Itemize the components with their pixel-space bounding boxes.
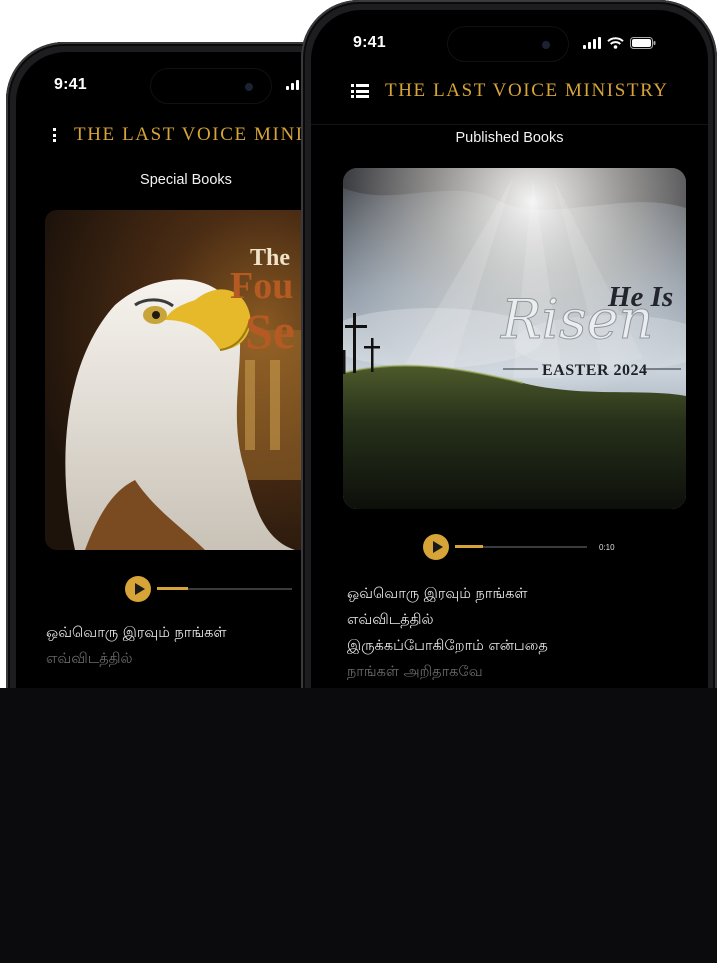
app-header: THE LAST VOICE MINISTRY <box>311 76 708 106</box>
play-icon[interactable] <box>125 576 151 602</box>
cover-line-3: EASTER 2024 <box>542 362 648 379</box>
lyrics-text: ஒவ்வொரு இரவும் நாங்கள் எவ்விடத்தில் <box>46 620 227 672</box>
status-time: 9:41 <box>353 34 386 51</box>
phone-right: 9:41 THE LAST VOICE MINISTRY Published B… <box>301 0 717 770</box>
progress-track[interactable] <box>157 587 292 590</box>
lyrics-text: ஒவ்வொரு இரவும் நாங்கள் எவ்விடத்தில் இருக… <box>347 581 548 685</box>
lyrics-line: எவ்விடத்தில் <box>347 612 434 628</box>
bottom-backdrop <box>0 688 717 963</box>
progress-fill <box>157 587 189 590</box>
progress-fill <box>455 545 483 548</box>
book-cover[interactable]: The Fou Se <box>45 210 335 550</box>
player-time: 0:10 <box>599 542 615 552</box>
eagle-cover-art: The Fou Se <box>45 210 335 550</box>
phone-right-screen: 9:41 THE LAST VOICE MINISTRY Published B… <box>311 10 708 760</box>
audio-player: 0:10 <box>423 534 615 560</box>
status-icons <box>583 37 656 49</box>
brand-title: THE LAST VOICE MINISTRY <box>385 80 669 101</box>
wifi-icon <box>607 37 624 49</box>
dynamic-island <box>447 26 569 62</box>
status-bar: 9:41 <box>311 10 708 62</box>
dynamic-island <box>150 68 272 104</box>
status-time: 9:41 <box>54 76 87 93</box>
menu-icon[interactable] <box>53 128 58 142</box>
battery-icon <box>630 37 656 49</box>
audio-player <box>125 576 292 602</box>
progress-track[interactable] <box>455 545 587 548</box>
play-icon[interactable] <box>423 534 449 560</box>
lyrics-line: ஒவ்வொரு இரவும் நாங்கள் <box>347 586 528 602</box>
lyrics-line: ஒவ்வொரு இரவும் நாங்கள் <box>46 625 227 641</box>
cover-title-line-2: Fou <box>230 265 293 307</box>
lyrics-line: நாங்கள் அறிதாகவே <box>347 664 483 680</box>
book-cover[interactable]: He Is Risen EASTER 2024 <box>343 168 686 509</box>
cover-line-2: Risen <box>500 288 653 351</box>
cover-title-line-3: Se <box>245 303 295 359</box>
lyrics-line: இருக்கப்போகிறோம் என்பதை <box>347 638 548 654</box>
section-title: Published Books <box>455 130 564 146</box>
easter-cover-art: He Is Risen EASTER 2024 <box>343 168 686 509</box>
lyrics-line: எவ்விடத்தில் <box>46 651 133 667</box>
signal-icon <box>583 37 601 49</box>
menu-icon[interactable] <box>351 84 369 98</box>
